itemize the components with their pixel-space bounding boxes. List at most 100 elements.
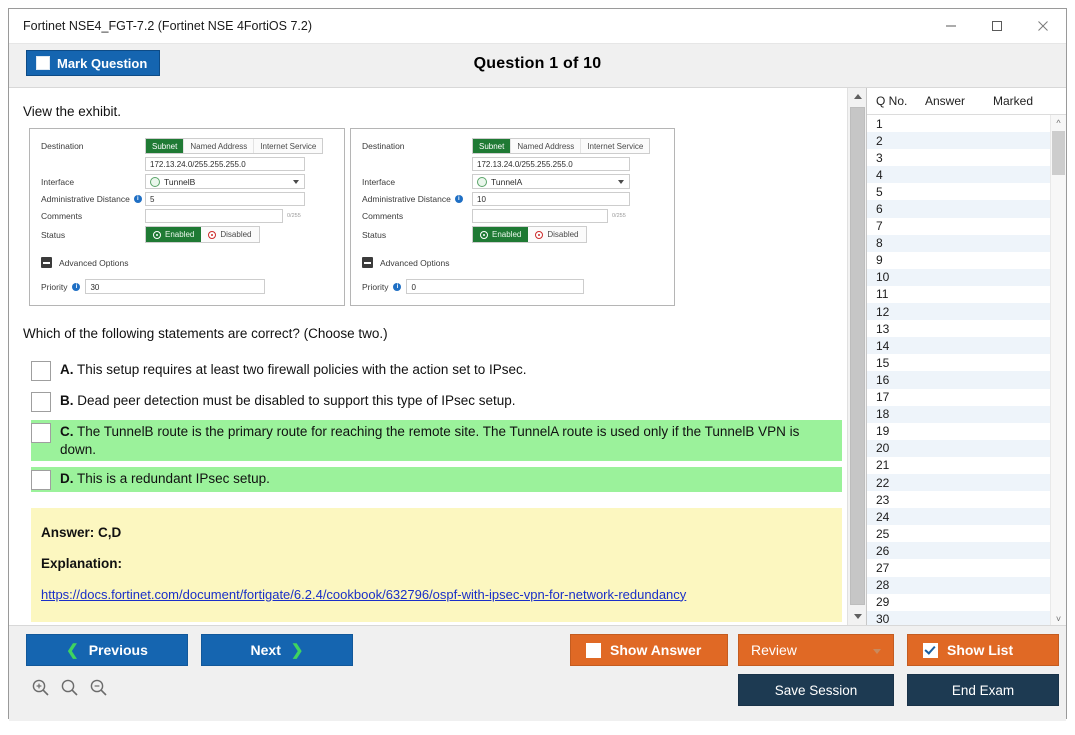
content-scrollbar[interactable] <box>847 88 867 625</box>
question-list-row[interactable]: 12 <box>867 303 1066 320</box>
chevron-down-icon[interactable] <box>293 180 299 184</box>
question-list-row[interactable]: 27 <box>867 559 1066 576</box>
question-list-row[interactable]: 13 <box>867 320 1066 337</box>
scroll-up-icon[interactable] <box>848 88 867 105</box>
question-list-row[interactable]: 6 <box>867 200 1066 217</box>
status-disabled-option[interactable]: Disabled <box>201 227 258 242</box>
advanced-options-toggle[interactable]: Advanced Options <box>41 257 333 268</box>
scroll-down-icon[interactable] <box>848 608 867 625</box>
option-checkbox[interactable] <box>31 423 51 443</box>
subnet-value[interactable]: 172.13.24.0/255.255.255.0 <box>145 157 305 171</box>
info-icon[interactable]: i <box>134 195 142 203</box>
question-list-row[interactable]: 28 <box>867 577 1066 594</box>
question-list-row[interactable]: 11 <box>867 286 1066 303</box>
status-enabled-option[interactable]: Enabled <box>146 227 201 242</box>
answer-option-a[interactable]: A. This setup requires at least two fire… <box>31 358 842 383</box>
status-toggle-group[interactable]: Enabled Disabled <box>472 226 587 243</box>
option-checkbox[interactable] <box>31 392 51 412</box>
info-icon[interactable]: i <box>72 283 80 291</box>
end-exam-button[interactable]: End Exam <box>907 674 1059 706</box>
maximize-icon[interactable] <box>974 9 1020 43</box>
info-icon[interactable]: i <box>455 195 463 203</box>
status-toggle-group[interactable]: Enabled Disabled <box>145 226 260 243</box>
show-answer-checkbox-icon[interactable] <box>586 643 601 658</box>
subnet-value[interactable]: 172.13.24.0/255.255.255.0 <box>472 157 630 171</box>
zoom-in-icon[interactable] <box>31 678 51 703</box>
seg-internet-service[interactable]: Internet Service <box>254 139 322 153</box>
status-disabled-option[interactable]: Disabled <box>528 227 585 242</box>
option-checkbox[interactable] <box>31 361 51 381</box>
advanced-options-toggle[interactable]: Advanced Options <box>362 257 663 268</box>
question-list-scrollbar[interactable]: ^ ˅ <box>1050 115 1066 626</box>
destination-segmented-control[interactable]: Subnet Named Address Internet Service <box>145 138 323 154</box>
status-enabled-option[interactable]: Enabled <box>473 227 528 242</box>
question-list-row[interactable]: 17 <box>867 389 1066 406</box>
question-list-row[interactable]: 8 <box>867 235 1066 252</box>
question-list-row[interactable]: 20 <box>867 440 1066 457</box>
list-scrollbar-thumb[interactable] <box>1052 131 1065 175</box>
show-answer-button[interactable]: Show Answer <box>570 634 728 666</box>
priority-input[interactable]: 30 <box>85 279 265 294</box>
priority-input[interactable]: 0 <box>406 279 584 294</box>
option-checkbox[interactable] <box>31 470 51 490</box>
chevron-down-icon[interactable] <box>618 180 624 184</box>
question-list-row[interactable]: 14 <box>867 337 1066 354</box>
question-list-row[interactable]: 18 <box>867 406 1066 423</box>
question-list-row[interactable]: 10 <box>867 269 1066 286</box>
seg-subnet[interactable]: Subnet <box>473 139 511 153</box>
admin-distance-input[interactable]: 5 <box>145 192 305 206</box>
show-list-checkbox-icon[interactable] <box>923 643 938 658</box>
question-list-row[interactable]: 30 <box>867 611 1066 626</box>
comments-input[interactable] <box>145 209 283 223</box>
answer-option-d[interactable]: D. This is a redundant IPsec setup. <box>31 467 842 492</box>
question-list-row[interactable]: 15 <box>867 354 1066 371</box>
interface-dropdown[interactable]: TunnelB <box>145 174 305 189</box>
explanation-link[interactable]: https://docs.fortinet.com/document/forti… <box>41 587 824 602</box>
show-list-button[interactable]: Show List <box>907 634 1059 666</box>
seg-internet-service[interactable]: Internet Service <box>581 139 649 153</box>
scrollbar-thumb[interactable] <box>850 107 865 605</box>
save-session-button[interactable]: Save Session <box>738 674 894 706</box>
question-list-row[interactable]: 7 <box>867 218 1066 235</box>
question-list-row[interactable]: 3 <box>867 149 1066 166</box>
minimize-icon[interactable] <box>928 9 974 43</box>
question-list-row[interactable]: 4 <box>867 166 1066 183</box>
previous-button[interactable]: ❮ Previous <box>26 634 188 666</box>
admin-distance-input[interactable]: 10 <box>472 192 630 206</box>
question-list-row[interactable]: 19 <box>867 423 1066 440</box>
destination-segmented-control[interactable]: Subnet Named Address Internet Service <box>472 138 650 154</box>
question-list-row[interactable]: 24 <box>867 508 1066 525</box>
answer-explanation-panel: Answer: C,D Explanation: https://docs.fo… <box>31 508 842 622</box>
question-list-row[interactable]: 26 <box>867 542 1066 559</box>
question-list-row[interactable]: 2 <box>867 132 1066 149</box>
question-list-row[interactable]: 16 <box>867 371 1066 388</box>
question-list-row[interactable]: 22 <box>867 474 1066 491</box>
question-list-row[interactable]: 21 <box>867 457 1066 474</box>
list-scroll-down-icon[interactable]: ˅ <box>1051 611 1066 626</box>
question-row-no: 15 <box>867 356 925 370</box>
exhibit-panel-tunnela: Destination Subnet Named Address Interne… <box>350 128 675 306</box>
seg-subnet[interactable]: Subnet <box>146 139 184 153</box>
question-list-row[interactable]: 29 <box>867 594 1066 611</box>
answer-option-b[interactable]: B. Dead peer detection must be disabled … <box>31 389 842 414</box>
zoom-out-icon[interactable] <box>89 678 109 703</box>
answer-option-c[interactable]: C. The TunnelB route is the primary rout… <box>31 420 842 461</box>
question-list-row[interactable]: 9 <box>867 252 1066 269</box>
question-list-row[interactable]: 1 <box>867 115 1066 132</box>
interface-dropdown[interactable]: TunnelA <box>472 174 630 189</box>
zoom-reset-icon[interactable] <box>60 678 80 703</box>
collapse-minus-icon[interactable] <box>41 257 52 268</box>
seg-named-address[interactable]: Named Address <box>184 139 254 153</box>
comments-input[interactable] <box>472 209 608 223</box>
question-list-row[interactable]: 5 <box>867 183 1066 200</box>
question-list-row[interactable]: 23 <box>867 491 1066 508</box>
close-icon[interactable] <box>1020 9 1066 43</box>
info-icon[interactable]: i <box>393 283 401 291</box>
list-scroll-up-icon[interactable]: ^ <box>1051 115 1066 130</box>
question-list-row[interactable]: 25 <box>867 525 1066 542</box>
seg-named-address[interactable]: Named Address <box>511 139 581 153</box>
review-dropdown[interactable]: Review <box>738 634 894 666</box>
collapse-minus-icon[interactable] <box>362 257 373 268</box>
next-button[interactable]: Next ❯ <box>201 634 353 666</box>
chevron-down-icon[interactable] <box>873 649 881 654</box>
